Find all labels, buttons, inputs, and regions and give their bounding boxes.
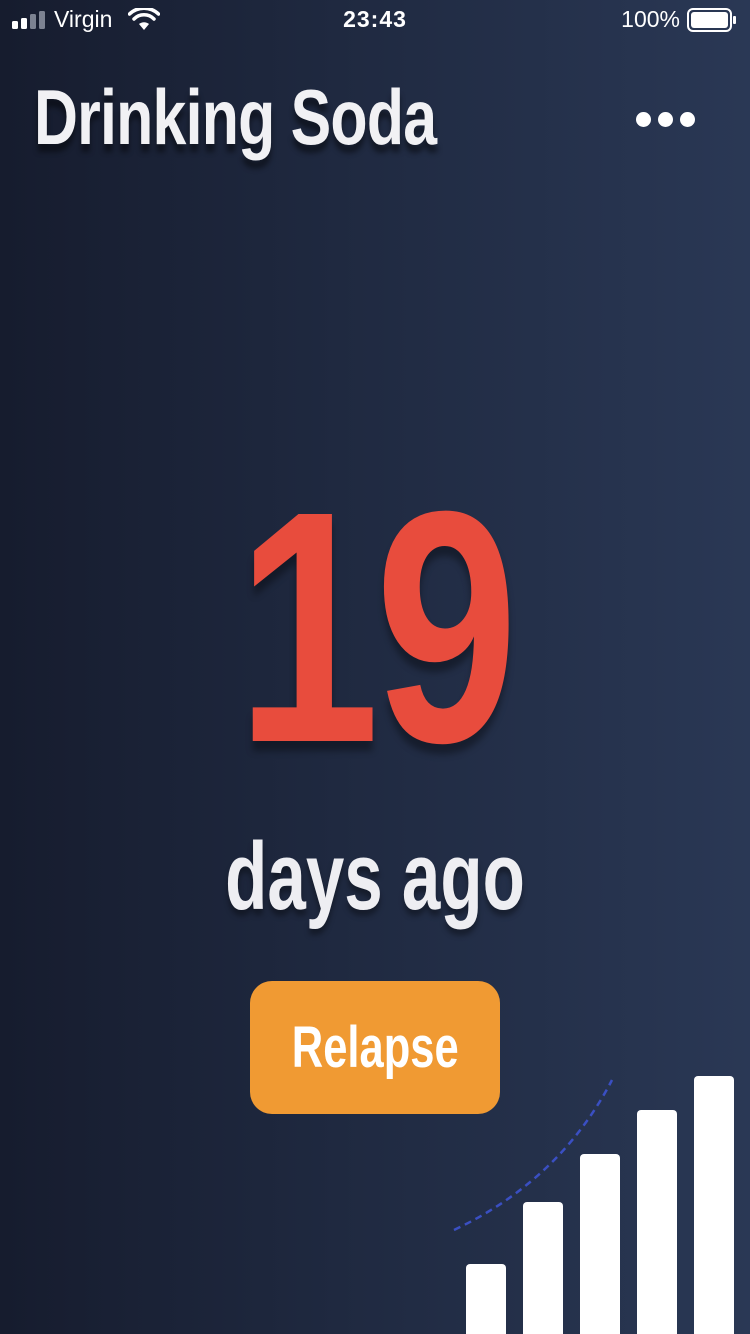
days-ago-label: days ago [225, 823, 525, 930]
decor-bar [637, 1110, 677, 1334]
status-bar: Virgin 23:43 100% [0, 0, 750, 40]
battery-icon [687, 8, 736, 32]
decor-bar [694, 1076, 734, 1334]
relapse-button-label: Relapse [291, 1015, 459, 1080]
decor-bar [523, 1202, 563, 1334]
decor-bar [580, 1154, 620, 1334]
page-title: Drinking Soda [34, 73, 437, 161]
more-options-icon[interactable] [636, 108, 706, 134]
ascending-bars-icon [453, 1076, 734, 1334]
battery-percentage: 100% [621, 6, 680, 32]
days-counter: 19 [236, 442, 519, 811]
decor-bar [466, 1264, 506, 1334]
